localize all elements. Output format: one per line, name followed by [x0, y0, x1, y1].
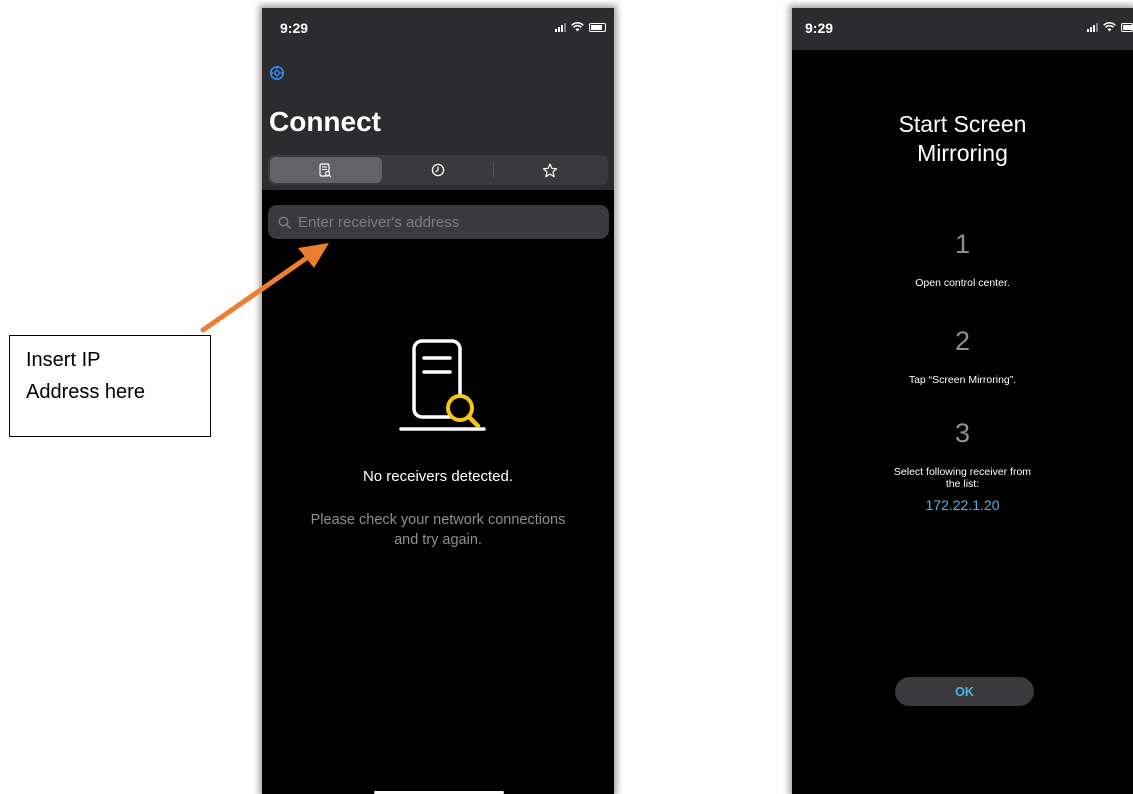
status-bar: 9:29 — [792, 8, 1133, 50]
status-icons — [555, 22, 606, 32]
clock-icon — [431, 163, 444, 177]
empty-state-message: Please check your network connections an… — [262, 510, 614, 550]
status-time: 9:29 — [805, 20, 834, 36]
document-search-icon — [319, 162, 332, 177]
status-icons — [1087, 22, 1133, 32]
screen-mirroring-screen: 9:29 Start Screen Mirroring 1 Open contr… — [792, 8, 1133, 794]
ok-button[interactable]: OK — [895, 677, 1034, 706]
mirroring-title-line-2: Mirroring — [917, 140, 1008, 166]
status-time: 9:29 — [280, 20, 309, 36]
step-3-text-line-2: the list: — [945, 478, 980, 490]
step-2-number: 2 — [954, 326, 971, 356]
cellular-signal-icon — [1087, 22, 1098, 32]
empty-state-title: No receivers detected. — [362, 468, 514, 485]
step-1-text: Open control center. — [915, 277, 1010, 289]
no-receivers-document-icon — [399, 339, 486, 431]
battery-icon — [589, 22, 606, 32]
annotation-line-1: Insert IP — [26, 349, 101, 371]
search-icon — [278, 216, 291, 229]
status-bar: 9:29 — [262, 8, 614, 48]
receiver-address-input[interactable]: Enter receiver's address — [268, 205, 609, 239]
step-2-text: Tap “Screen Mirroring”. — [908, 374, 1017, 386]
empty-state-line-1: Please check your network connections — [310, 512, 566, 528]
tab-history[interactable] — [382, 157, 494, 183]
cellular-signal-icon — [555, 22, 566, 32]
receiver-ip-address: 172.22.1.20 — [925, 497, 1000, 513]
step-3-number: 3 — [954, 418, 971, 448]
wifi-icon — [571, 22, 584, 32]
mirroring-title: Start Screen Mirroring — [792, 110, 1133, 168]
annotation-line-2: Address here — [26, 381, 145, 403]
connect-screen: 9:29 Connect Enter receiver's address No… — [262, 8, 614, 794]
empty-state-line-2: and try again. — [394, 532, 482, 548]
settings-gear-icon[interactable] — [269, 65, 285, 81]
mirroring-title-line-1: Start Screen — [898, 111, 1027, 137]
wifi-icon — [1103, 22, 1116, 32]
step-1-number: 1 — [954, 229, 971, 259]
battery-icon — [1121, 22, 1133, 32]
star-icon — [542, 162, 558, 177]
segmented-control — [268, 155, 608, 185]
search-placeholder: Enter receiver's address — [298, 213, 460, 231]
tab-receivers[interactable] — [270, 157, 382, 183]
annotation-callout: Insert IP Address here — [9, 335, 211, 437]
page-title: Connect — [269, 106, 381, 137]
step-3-text-line-1: Select following receiver from — [893, 466, 1032, 478]
tab-favorites[interactable] — [494, 157, 606, 183]
